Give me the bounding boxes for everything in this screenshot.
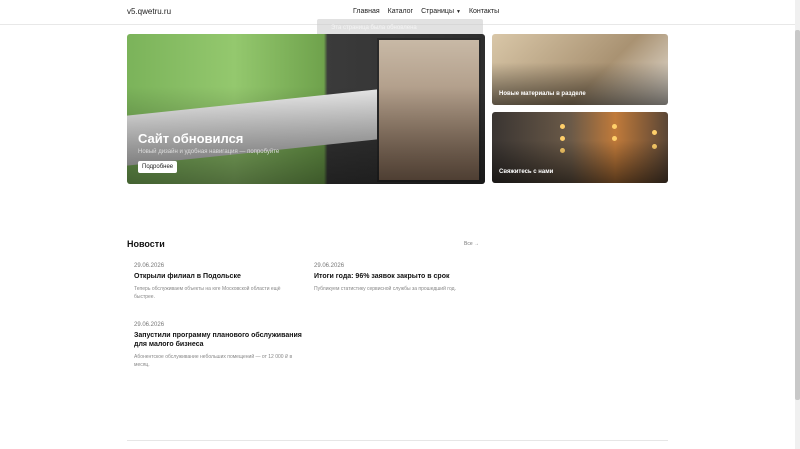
news-date: 29.06.2026 — [134, 263, 165, 269]
news-all-link[interactable]: Все → — [464, 241, 479, 247]
news-headline[interactable]: Итоги года: 96% заявок закрыто в срок — [314, 272, 482, 281]
hero-banner[interactable]: Сайт обновился Новый дизайн и удобная на… — [127, 34, 485, 184]
news-item[interactable]: 29.06.2026 Запустили программу планового… — [134, 322, 302, 369]
promo-card-contact[interactable]: Свяжитесь с нами — [492, 112, 668, 183]
news-excerpt: Публикуем статистику сервисной службы за… — [314, 286, 456, 292]
site-logo[interactable]: v5.qwetru.ru — [127, 7, 171, 16]
main-nav: Главная Каталог Страницы ▼ Контакты — [353, 8, 499, 15]
nav-item-pages[interactable]: Страницы ▼ — [421, 8, 461, 15]
nav-item-contacts[interactable]: Контакты — [469, 8, 499, 15]
nav-item-pages-label: Страницы — [421, 8, 454, 15]
hero-subtitle: Новый дизайн и удобная навигация — попро… — [138, 149, 280, 155]
news-excerpt: Теперь обслуживаем объекты на юге Москов… — [134, 286, 281, 300]
news-item[interactable]: 29.06.2026 Итоги года: 96% заявок закрыт… — [314, 263, 482, 293]
toast-text: Эта страница была обновлена — [331, 25, 417, 31]
news-section-title: Новости — [127, 239, 165, 249]
news-excerpt: Абонентское обслуживание небольших помещ… — [134, 354, 293, 368]
hero-overlay — [127, 34, 485, 184]
news-headline[interactable]: Открыли филиал в Подольске — [134, 272, 302, 281]
nav-item-home[interactable]: Главная — [353, 8, 380, 15]
news-date: 29.06.2026 — [134, 322, 165, 328]
chevron-down-icon: ▼ — [455, 9, 461, 15]
page-scrollbar[interactable] — [795, 0, 800, 449]
promo-card-label: Новые материалы в разделе — [499, 91, 586, 97]
news-date: 29.06.2026 — [314, 263, 345, 269]
hero-more-button[interactable]: Подробнее — [138, 161, 178, 173]
nav-item-catalog[interactable]: Каталог — [388, 8, 413, 15]
news-headline[interactable]: Запустили программу планового обслуживан… — [134, 331, 302, 349]
news-item[interactable]: 29.06.2026 Открыли филиал в Подольске Те… — [134, 263, 302, 301]
promo-card-materials[interactable]: Новые материалы в разделе — [492, 34, 668, 105]
promo-card-label: Свяжитесь с нами — [499, 169, 554, 175]
footer-divider — [127, 440, 668, 441]
scrollbar-thumb[interactable] — [795, 30, 800, 400]
hero-title: Сайт обновился — [138, 131, 244, 146]
